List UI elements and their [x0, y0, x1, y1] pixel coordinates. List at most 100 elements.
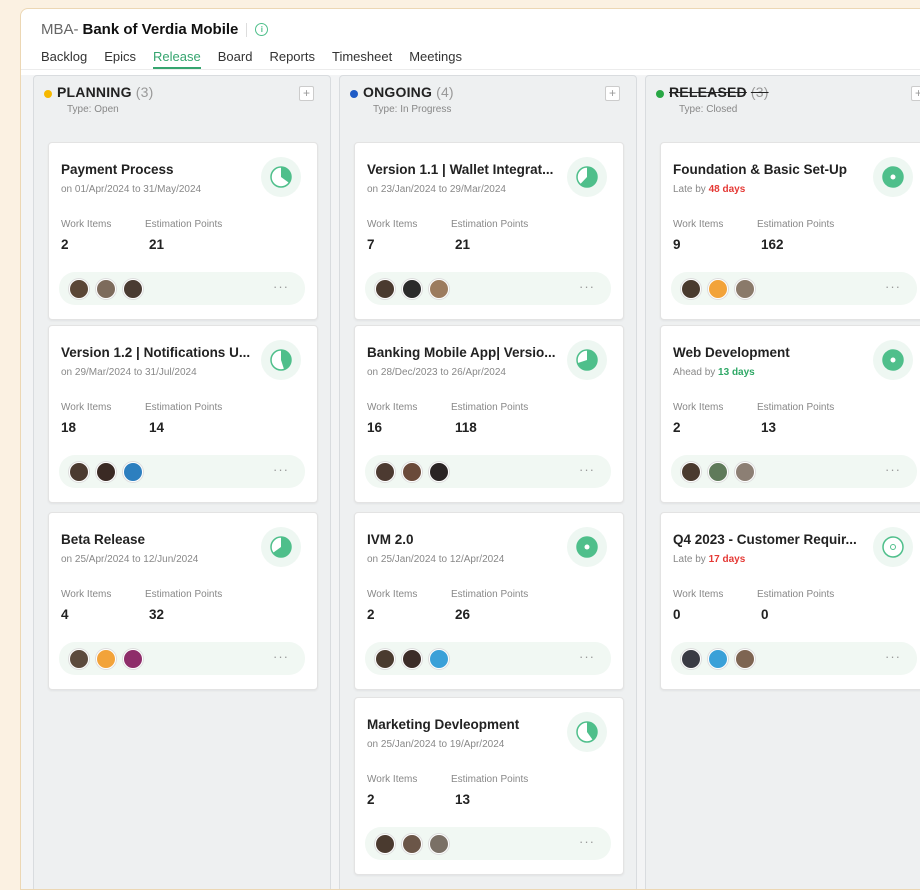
progress-pie-icon — [882, 536, 904, 558]
release-card[interactable]: Version 1.2 | Notifications U... on 29/Ma… — [48, 325, 318, 503]
release-date: on 28/Dec/2023 to 26/Apr/2024 — [367, 367, 506, 378]
more-options-icon[interactable]: ··· — [579, 649, 595, 664]
release-card[interactable]: Version 1.1 | Wallet Integrat... on 23/Ja… — [354, 142, 624, 320]
release-title[interactable]: Foundation & Basic Set-Up — [673, 162, 847, 177]
avatar[interactable] — [708, 279, 728, 299]
release-title[interactable]: Payment Process — [61, 162, 174, 177]
avatar[interactable] — [402, 649, 422, 669]
release-card[interactable]: IVM 2.0 on 25/Jan/2024 to 12/Apr/2024 Work… — [354, 512, 624, 690]
avatar[interactable] — [429, 649, 449, 669]
avatar[interactable] — [735, 279, 755, 299]
avatar[interactable] — [69, 649, 89, 669]
more-options-icon[interactable]: ··· — [579, 279, 595, 294]
tab-epics[interactable]: Epics — [104, 49, 136, 69]
release-card[interactable]: Beta Release on 25/Apr/2024 to 12/Jun/202… — [48, 512, 318, 690]
release-title[interactable]: Banking Mobile App| Versio... — [367, 345, 556, 360]
work-items-value: 4 — [61, 607, 69, 622]
more-options-icon[interactable]: ··· — [579, 462, 595, 477]
more-options-icon[interactable]: ··· — [885, 462, 901, 477]
release-title[interactable]: IVM 2.0 — [367, 532, 414, 547]
avatar[interactable] — [375, 279, 395, 299]
project-header: MBA- Bank of Verdia Mobile i Backlog Epic… — [21, 9, 920, 70]
avatar[interactable] — [96, 462, 116, 482]
column-count: (4) — [436, 84, 454, 100]
progress-indicator — [261, 157, 301, 197]
info-circle-icon[interactable]: i — [255, 23, 269, 36]
avatar[interactable] — [375, 649, 395, 669]
tab-meetings[interactable]: Meetings — [409, 49, 462, 69]
tab-backlog[interactable]: Backlog — [41, 49, 87, 69]
avatar[interactable] — [96, 279, 116, 299]
release-title[interactable]: Marketing Devleopment — [367, 717, 519, 732]
estimation-points-label: Estimation Points — [451, 589, 529, 600]
more-options-icon[interactable]: ··· — [885, 279, 901, 294]
avatar[interactable] — [708, 462, 728, 482]
avatar[interactable] — [708, 649, 728, 669]
column-name: RELEASED — [669, 84, 747, 100]
tab-board[interactable]: Board — [218, 49, 253, 69]
avatar[interactable] — [402, 462, 422, 482]
more-options-icon[interactable]: ··· — [885, 649, 901, 664]
avatar[interactable] — [681, 649, 701, 669]
add-release-button[interactable]: + — [299, 86, 314, 101]
avatar[interactable] — [123, 462, 143, 482]
more-options-icon[interactable]: ··· — [273, 279, 289, 294]
avatar[interactable] — [429, 462, 449, 482]
avatar[interactable] — [681, 279, 701, 299]
progress-indicator — [567, 712, 607, 752]
estimation-points-value: 14 — [149, 420, 165, 435]
avatar[interactable] — [402, 279, 422, 299]
add-release-button[interactable]: + — [605, 86, 620, 101]
more-options-icon[interactable]: ··· — [273, 649, 289, 664]
avatar[interactable] — [735, 462, 755, 482]
more-options-icon[interactable]: ··· — [273, 462, 289, 477]
progress-pie-icon — [576, 166, 598, 188]
avatar[interactable] — [69, 279, 89, 299]
release-card[interactable]: Q4 2023 - Customer Requir... Late by 17 d… — [660, 512, 920, 690]
release-title[interactable]: Version 1.1 | Wallet Integrat... — [367, 162, 553, 177]
release-date: Ahead by 13 days — [673, 367, 755, 378]
release-card[interactable]: Banking Mobile App| Versio... on 28/Dec/2… — [354, 325, 624, 503]
work-items-label: Work Items — [367, 219, 418, 230]
avatar[interactable] — [429, 834, 449, 854]
work-items-label: Work Items — [673, 589, 724, 600]
progress-pie-icon — [270, 349, 292, 371]
assignee-avatars — [69, 649, 150, 669]
more-options-icon[interactable]: ··· — [579, 834, 595, 849]
release-card[interactable]: Marketing Devleopment on 25/Jan/2024 to 1… — [354, 697, 624, 875]
tab-reports[interactable]: Reports — [269, 49, 315, 69]
progress-pie-icon — [576, 536, 598, 558]
release-card[interactable]: Web Development Ahead by 13 days Work Item… — [660, 325, 920, 503]
tab-release[interactable]: Release — [153, 49, 201, 69]
release-card[interactable]: Payment Process on 01/Apr/2024 to 31/May/… — [48, 142, 318, 320]
estimation-points-label: Estimation Points — [757, 589, 835, 600]
date-status-value: 48 days — [708, 184, 746, 195]
status-dot-icon — [656, 90, 664, 98]
work-items-value: 7 — [367, 237, 375, 252]
add-release-button[interactable]: + — [911, 86, 920, 101]
avatar[interactable] — [429, 279, 449, 299]
release-title[interactable]: Beta Release — [61, 532, 145, 547]
app-window: MBA- Bank of Verdia Mobile i Backlog Epic… — [20, 8, 920, 890]
work-items-label: Work Items — [61, 402, 112, 413]
tab-timesheet[interactable]: Timesheet — [332, 49, 392, 69]
assignee-avatars — [375, 834, 456, 854]
release-card[interactable]: Foundation & Basic Set-Up Late by 48 days… — [660, 142, 920, 320]
work-items-label: Work Items — [673, 219, 724, 230]
release-title[interactable]: Version 1.2 | Notifications U... — [61, 345, 250, 360]
release-date: on 25/Apr/2024 to 12/Jun/2024 — [61, 554, 199, 565]
avatar[interactable] — [735, 649, 755, 669]
avatar[interactable] — [375, 462, 395, 482]
estimation-points-label: Estimation Points — [451, 402, 529, 413]
avatar[interactable] — [123, 279, 143, 299]
avatar[interactable] — [69, 462, 89, 482]
avatar[interactable] — [96, 649, 116, 669]
avatar[interactable] — [375, 834, 395, 854]
avatar[interactable] — [681, 462, 701, 482]
release-title[interactable]: Web Development — [673, 345, 790, 360]
estimation-points-label: Estimation Points — [451, 774, 529, 785]
estimation-points-value: 21 — [149, 237, 165, 252]
avatar[interactable] — [402, 834, 422, 854]
release-title[interactable]: Q4 2023 - Customer Requir... — [673, 532, 857, 547]
avatar[interactable] — [123, 649, 143, 669]
